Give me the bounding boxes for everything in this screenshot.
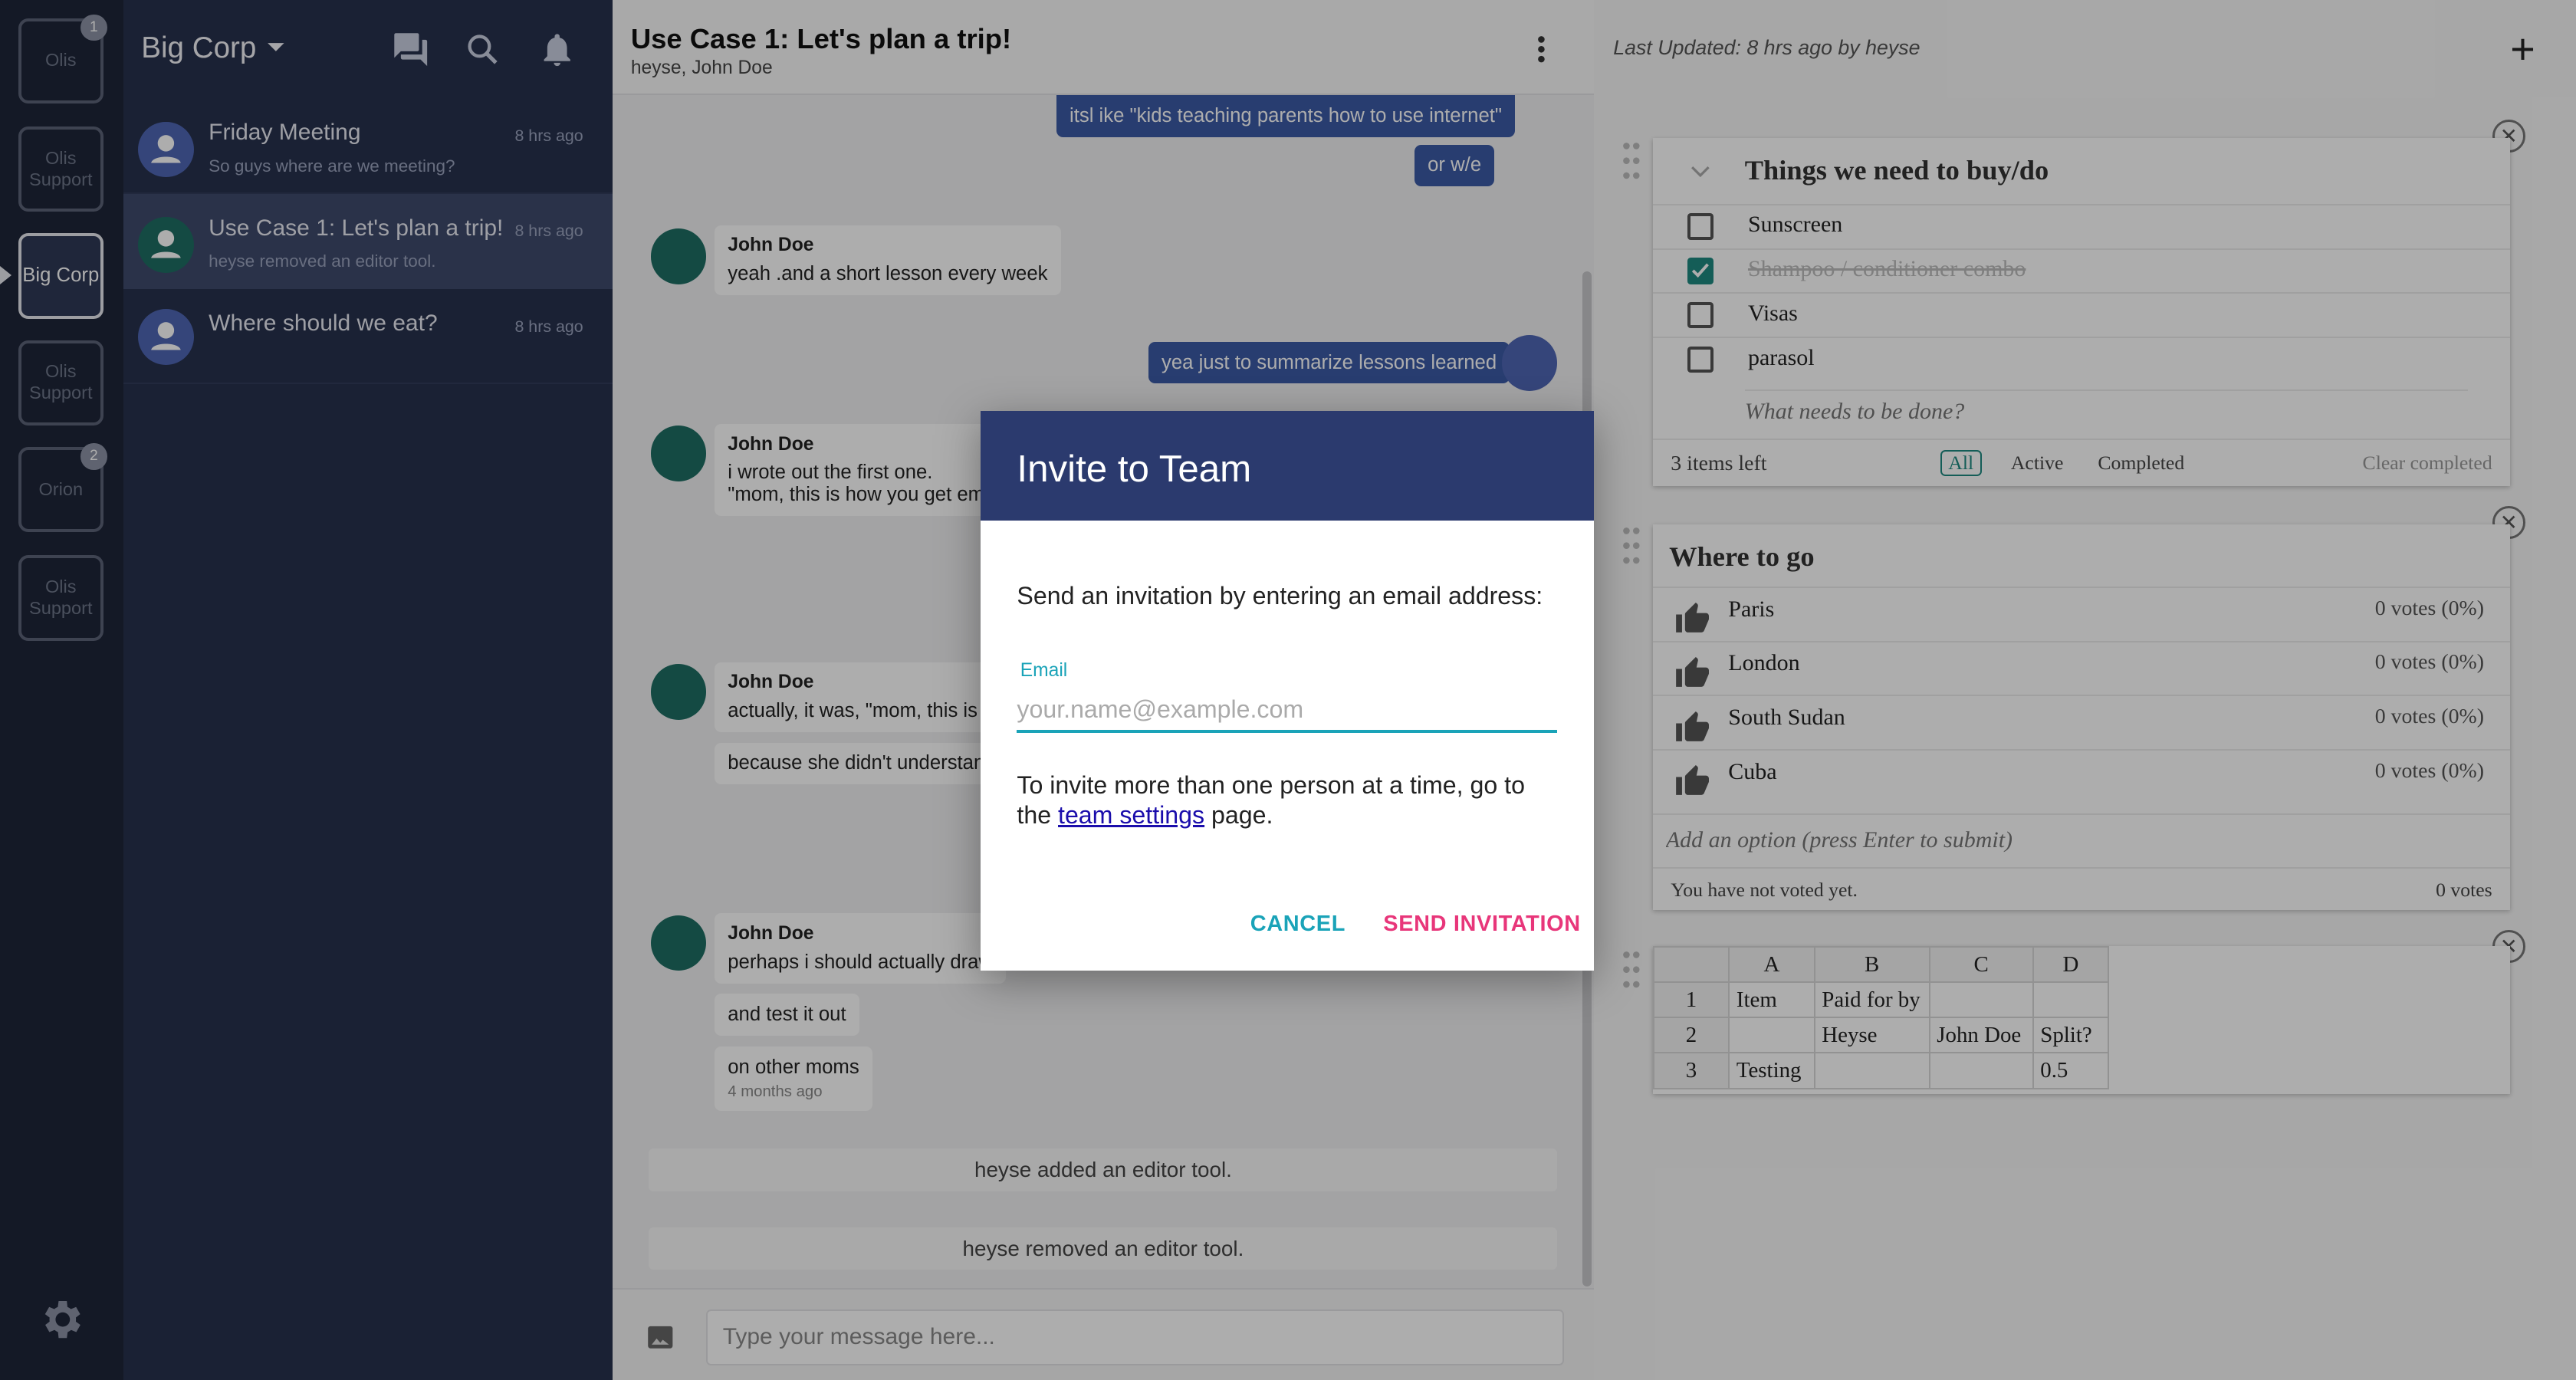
email-field[interactable] [1017, 689, 1558, 733]
team-settings-link[interactable]: team settings [1058, 801, 1204, 829]
dialog-note: To invite more than one person at a time… [1017, 770, 1559, 830]
email-label: Email [1020, 660, 1068, 682]
cancel-button[interactable]: CANCEL [1250, 912, 1346, 937]
invite-dialog: Invite to Team Send an invitation by ent… [981, 410, 1594, 971]
note-text: page. [1204, 800, 1273, 829]
send-invitation-button[interactable]: SEND INVITATION [1383, 912, 1581, 937]
dialog-body-text: Send an invitation by entering an email … [1017, 581, 1543, 610]
dialog-title: Invite to Team [981, 410, 1594, 521]
